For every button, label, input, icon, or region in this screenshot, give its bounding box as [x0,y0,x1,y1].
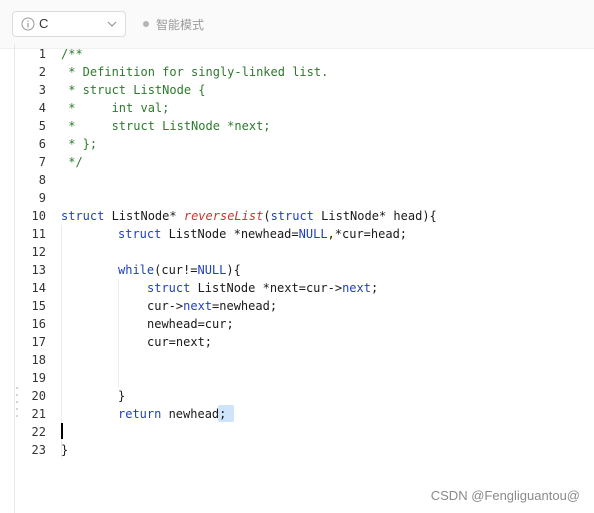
chevron-down-icon [107,21,117,27]
code-line: 18 [14,351,594,369]
code-line: 11 struct ListNode *newhead=NULL,*cur=he… [14,225,594,243]
code-line: 9 [14,189,594,207]
line-number: 3 [38,83,46,97]
watermark: CSDN @Fengliguantou@ [430,488,580,503]
smart-mode-label[interactable]: 智能模式 [156,16,204,33]
code-line: 17 cur=next; [14,333,594,351]
code-text: } [61,443,69,457]
editor-toolbar: C 智能模式 [0,0,594,49]
line-number: 21 [31,407,46,421]
line-number: 4 [38,101,46,115]
code-text: */ [61,155,83,169]
language-select[interactable]: C [12,11,126,37]
line-number: 16 [31,317,46,331]
code-text: return newhead; [118,407,227,421]
code-line: 6 * }; [14,135,594,153]
line-number: 23 [31,443,46,457]
line-number: 22 [31,425,46,439]
code-line: 4 * int val; [14,99,594,117]
code-line: 16 newhead=cur; [14,315,594,333]
line-number: 19 [31,371,46,385]
code-text: * struct ListNode { [61,83,206,97]
code-line: 21 return newhead; [14,405,594,423]
line-number: 2 [38,65,46,79]
code-text: struct ListNode *next=cur->next; [147,281,379,295]
code-line: 14 struct ListNode *next=cur->next; [14,279,594,297]
line-number: 11 [31,227,46,241]
language-label: C [39,16,49,31]
code-text: newhead=cur; [147,317,234,331]
line-number: 1 [38,47,46,61]
code-line: 12 [14,243,594,261]
code-line: 23 } [14,441,594,459]
line-number: 15 [31,299,46,313]
code-text: * int val; [61,101,170,115]
code-line: 13 while(cur!=NULL){ [14,261,594,279]
code-line: 3 * struct ListNode { [14,81,594,99]
code-editor[interactable]: 1 /** 2 * Definition for singly-linked l… [14,44,594,513]
code-line: 19 [14,369,594,387]
code-line: 10 struct ListNode* reverseList(struct L… [14,207,594,225]
code-line: 8 [14,171,594,189]
code-text: cur->next=newhead; [147,299,278,313]
line-number: 6 [38,137,46,151]
code-text: while(cur!=NULL){ [118,263,241,277]
line-number: 12 [31,245,46,259]
code-line: 7 */ [14,153,594,171]
line-number: 17 [31,335,46,349]
line-number: 13 [31,263,46,277]
code-text: /** [61,47,83,61]
code-text: * Definition for singly-linked list. [61,65,329,79]
line-number: 10 [31,209,46,223]
info-icon [21,17,35,31]
line-number: 7 [38,155,46,169]
line-number: 5 [38,119,46,133]
code-line: 2 * Definition for singly-linked list. [14,63,594,81]
code-text: * }; [61,137,98,151]
code-text: cur=next; [147,335,213,349]
code-line: 5 * struct ListNode *next; [14,117,594,135]
code-line: 15 cur->next=newhead; [14,297,594,315]
code-line: 1 /** [14,45,594,63]
code-text: struct ListNode *newhead=NULL,*cur=head; [118,227,408,241]
code-text: } [118,389,126,403]
code-text: * struct ListNode *next; [61,119,271,133]
line-number: 20 [31,389,46,403]
line-number: 9 [38,191,46,205]
line-number: 14 [31,281,46,295]
line-number: 8 [38,173,46,187]
code-line: 20 } [14,387,594,405]
mode-status-dot [143,21,149,27]
code-text: struct ListNode* reverseList(struct List… [61,209,437,223]
code-line: 22 [14,423,594,441]
line-number: 18 [31,353,46,367]
